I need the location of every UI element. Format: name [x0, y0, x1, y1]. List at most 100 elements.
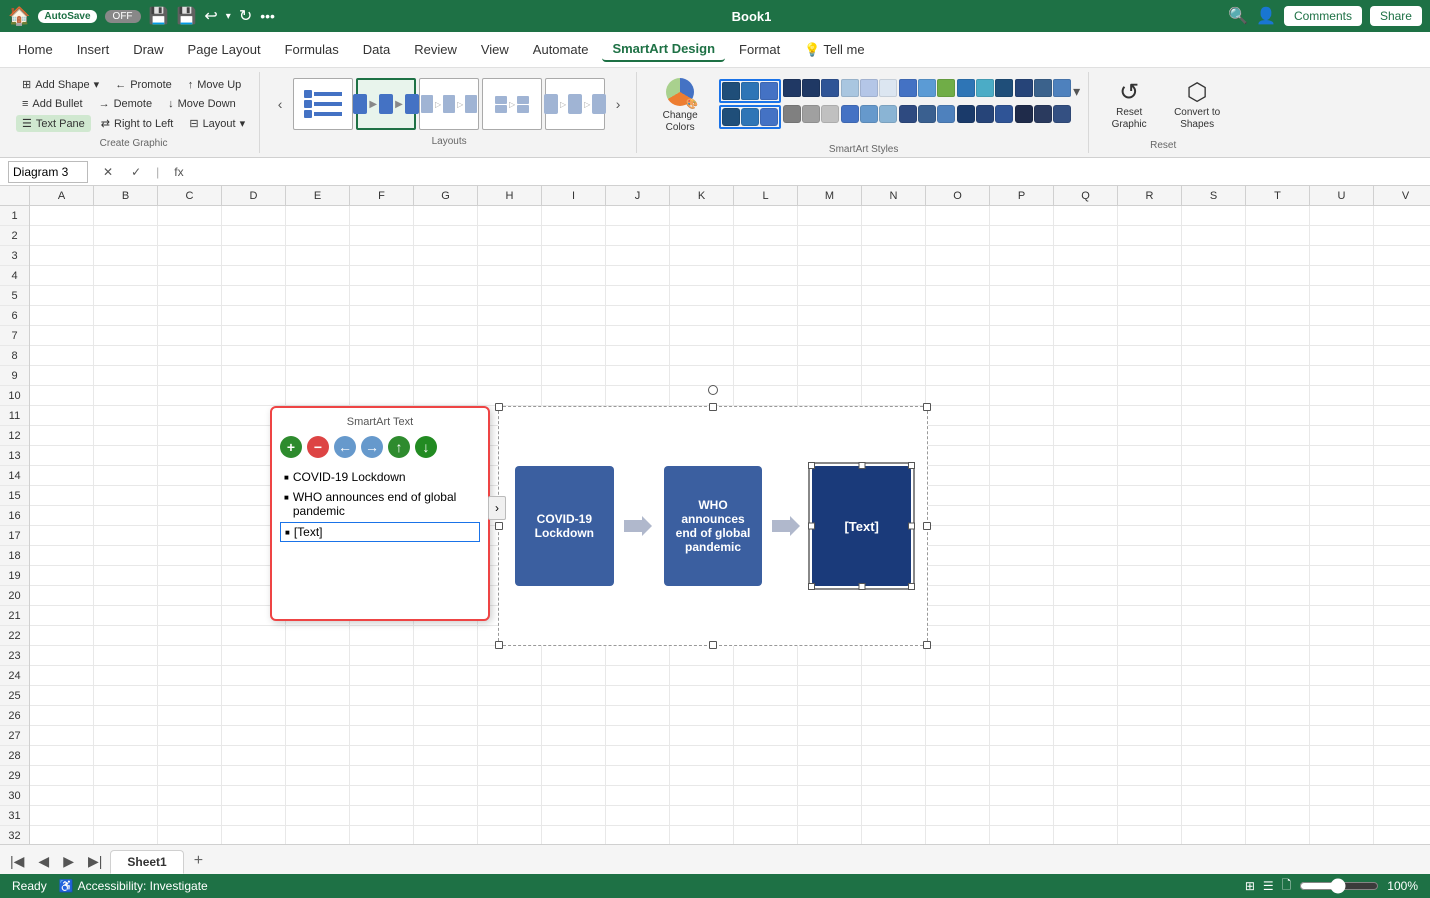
sheet-nav-prev-prev[interactable]: |◀: [4, 849, 30, 874]
cell-V29[interactable]: [1374, 766, 1430, 786]
text-item-2[interactable]: ■ WHO announces end of global pandemic: [280, 488, 480, 520]
cell-C22[interactable]: [158, 626, 222, 646]
cell-R24[interactable]: [1118, 666, 1182, 686]
cell-G25[interactable]: [414, 686, 478, 706]
menu-review[interactable]: Review: [404, 38, 467, 61]
cell-D25[interactable]: [222, 686, 286, 706]
cell-A19[interactable]: [30, 566, 94, 586]
cell-B13[interactable]: [94, 446, 158, 466]
cell-U20[interactable]: [1310, 586, 1374, 606]
cell-C27[interactable]: [158, 726, 222, 746]
cell-M27[interactable]: [798, 726, 862, 746]
add-shape-button[interactable]: ⊞ Add Shape ▾: [16, 76, 105, 93]
cell-D10[interactable]: [222, 386, 286, 406]
cell-K6[interactable]: [670, 306, 734, 326]
cell-A5[interactable]: [30, 286, 94, 306]
layouts-next-button[interactable]: ›: [608, 78, 628, 130]
cell-T12[interactable]: [1246, 426, 1310, 446]
cell-T32[interactable]: [1246, 826, 1310, 844]
cell-C8[interactable]: [158, 346, 222, 366]
cell-E28[interactable]: [286, 746, 350, 766]
cell-Q27[interactable]: [1054, 726, 1118, 746]
cell-I28[interactable]: [542, 746, 606, 766]
cell-V8[interactable]: [1374, 346, 1430, 366]
sheet-nav-next[interactable]: ▶: [57, 849, 80, 874]
cell-T27[interactable]: [1246, 726, 1310, 746]
cell-Q9[interactable]: [1054, 366, 1118, 386]
swatch-r2-10[interactable]: [899, 105, 917, 123]
cell-C14[interactable]: [158, 466, 222, 486]
cell-E3[interactable]: [286, 246, 350, 266]
cell-I2[interactable]: [542, 226, 606, 246]
text-panel-move-left-btn[interactable]: ←: [334, 436, 356, 458]
cell-S17[interactable]: [1182, 526, 1246, 546]
cell-N7[interactable]: [862, 326, 926, 346]
swatch-15[interactable]: [995, 79, 1013, 97]
cell-H25[interactable]: [478, 686, 542, 706]
cell-R6[interactable]: [1118, 306, 1182, 326]
cell-A7[interactable]: [30, 326, 94, 346]
cell-N30[interactable]: [862, 786, 926, 806]
cell-J6[interactable]: [606, 306, 670, 326]
cell-P19[interactable]: [990, 566, 1054, 586]
cell-A15[interactable]: [30, 486, 94, 506]
text-panel-remove-btn[interactable]: −: [307, 436, 329, 458]
cell-Q2[interactable]: [1054, 226, 1118, 246]
cell-K2[interactable]: [670, 226, 734, 246]
cell-A8[interactable]: [30, 346, 94, 366]
cell-T7[interactable]: [1246, 326, 1310, 346]
cell-Q1[interactable]: [1054, 206, 1118, 226]
cell-E2[interactable]: [286, 226, 350, 246]
cell-B3[interactable]: [94, 246, 158, 266]
cell-M7[interactable]: [798, 326, 862, 346]
cell-R32[interactable]: [1118, 826, 1182, 844]
cell-K32[interactable]: [670, 826, 734, 844]
handle-tr[interactable]: [923, 403, 931, 411]
cell-H4[interactable]: [478, 266, 542, 286]
cell-B16[interactable]: [94, 506, 158, 526]
cell-F28[interactable]: [350, 746, 414, 766]
cell-F27[interactable]: [350, 726, 414, 746]
cell-D5[interactable]: [222, 286, 286, 306]
cell-B11[interactable]: [94, 406, 158, 426]
cancel-formula-button[interactable]: ✕: [96, 163, 120, 181]
cell-G10[interactable]: [414, 386, 478, 406]
cell-P22[interactable]: [990, 626, 1054, 646]
cell-D28[interactable]: [222, 746, 286, 766]
cell-F3[interactable]: [350, 246, 414, 266]
cell-T5[interactable]: [1246, 286, 1310, 306]
cell-I1[interactable]: [542, 206, 606, 226]
cell-L29[interactable]: [734, 766, 798, 786]
cell-R8[interactable]: [1118, 346, 1182, 366]
cell-C23[interactable]: [158, 646, 222, 666]
cell-V11[interactable]: [1374, 406, 1430, 426]
menu-tell-me[interactable]: 💡Tell me: [794, 38, 874, 62]
cell-L7[interactable]: [734, 326, 798, 346]
cell-Q3[interactable]: [1054, 246, 1118, 266]
cell-D24[interactable]: [222, 666, 286, 686]
swatch-6[interactable]: [821, 79, 839, 97]
cell-H24[interactable]: [478, 666, 542, 686]
cell-A17[interactable]: [30, 526, 94, 546]
cell-G7[interactable]: [414, 326, 478, 346]
cell-P29[interactable]: [990, 766, 1054, 786]
cell-H2[interactable]: [478, 226, 542, 246]
cell-P28[interactable]: [990, 746, 1054, 766]
menu-insert[interactable]: Insert: [67, 38, 120, 61]
cell-Q28[interactable]: [1054, 746, 1118, 766]
cell-P6[interactable]: [990, 306, 1054, 326]
cell-K27[interactable]: [670, 726, 734, 746]
cell-T23[interactable]: [1246, 646, 1310, 666]
promote-button[interactable]: ← Promote: [109, 77, 178, 93]
cell-G8[interactable]: [414, 346, 478, 366]
cell-A3[interactable]: [30, 246, 94, 266]
cell-S9[interactable]: [1182, 366, 1246, 386]
cell-I27[interactable]: [542, 726, 606, 746]
cell-U13[interactable]: [1310, 446, 1374, 466]
cell-Q23[interactable]: [1054, 646, 1118, 666]
swatch-r2-1[interactable]: [722, 108, 740, 126]
cell-N3[interactable]: [862, 246, 926, 266]
cell-V2[interactable]: [1374, 226, 1430, 246]
cell-K9[interactable]: [670, 366, 734, 386]
cell-U8[interactable]: [1310, 346, 1374, 366]
